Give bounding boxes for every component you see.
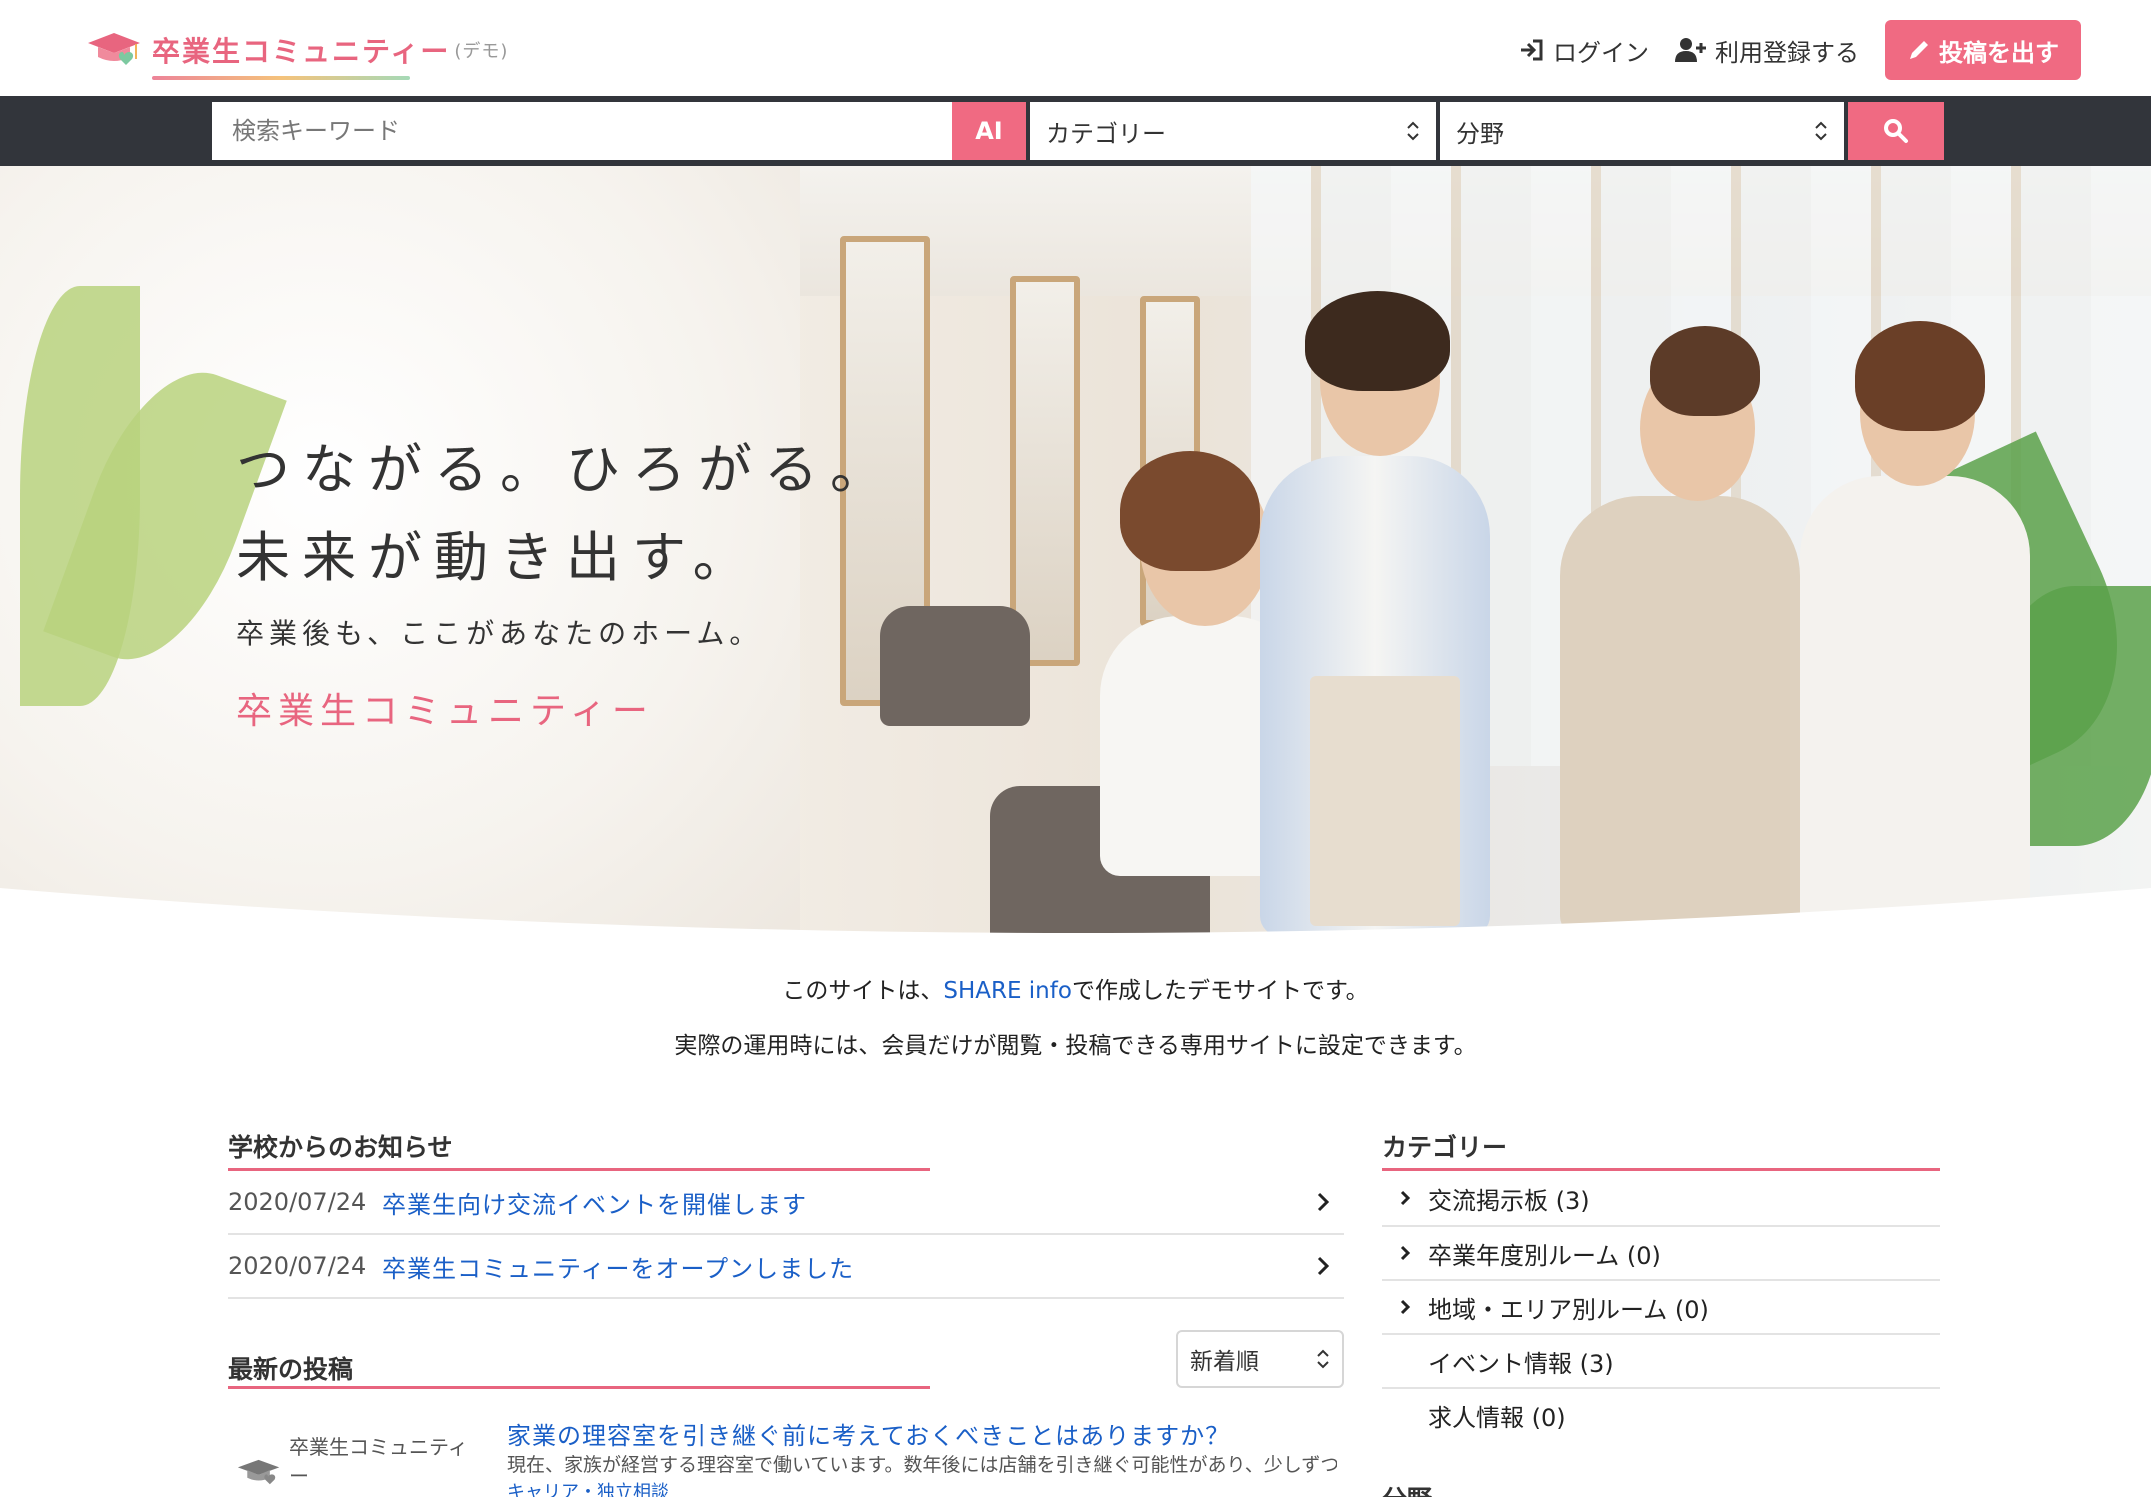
latest-posts-title: 最新の投稿	[228, 1355, 354, 1384]
category-item[interactable]: 地域・エリア別ルーム (0)	[1382, 1280, 1940, 1334]
hero-site-name: 卒業生コミュニティー	[236, 691, 654, 732]
register-link[interactable]: 利用登録する	[1675, 33, 1859, 68]
sort-select-label: 新着順	[1190, 1349, 1259, 1375]
category-label: 求人情報 (0)	[1428, 1403, 1566, 1432]
login-label: ログイン	[1553, 38, 1649, 67]
search-button[interactable]	[1844, 102, 1944, 160]
category-label: 地域・エリア別ルーム (0)	[1428, 1295, 1709, 1324]
login-link[interactable]: ログイン	[1519, 33, 1649, 68]
chevron-right-icon	[1317, 1256, 1330, 1276]
news-date: 2020/07/24	[228, 1252, 367, 1280]
salon-chair	[880, 606, 1030, 726]
category-select-label: カテゴリー	[1046, 119, 1166, 148]
search-bar: AI カテゴリー 分野	[0, 96, 2151, 166]
hero-tagline-1: つながる。ひろがる。	[236, 438, 896, 501]
user-plus-icon	[1675, 38, 1706, 62]
latest-posts-rule	[228, 1386, 930, 1389]
up-down-chevron-icon	[1815, 121, 1827, 141]
hero-tagline-2: 未来が動き出す。	[236, 526, 759, 589]
person-hair	[1855, 321, 1985, 431]
demo-notice: このサイトは、SHARE infoで作成したデモサイトです。 実際の運用時には、…	[0, 964, 2151, 1074]
notice-line-2: 実際の運用時には、会員だけが閲覧・投稿できる専用サイトに設定できます。	[674, 1033, 1477, 1059]
category-select[interactable]: カテゴリー	[1026, 102, 1436, 160]
keyword-input[interactable]	[212, 102, 952, 160]
logo-text: 卒業生コミュニティー	[152, 30, 450, 80]
salon-mirror	[1010, 276, 1080, 666]
ai-search-button[interactable]: AI	[952, 102, 1026, 160]
chevron-right-icon	[1317, 1192, 1330, 1212]
category-label: イベント情報 (3)	[1428, 1349, 1614, 1378]
logo-demo-label: (デモ)	[454, 41, 509, 62]
news-date: 2020/07/24	[228, 1188, 367, 1216]
register-label: 利用登録する	[1715, 38, 1859, 67]
post-thumbnail[interactable]: 卒業生コミュニティー	[236, 1418, 476, 1497]
school-news-title: 学校からのお知らせ	[228, 1133, 453, 1162]
post-button-label: 投稿を出す	[1939, 38, 2059, 67]
sort-select[interactable]: 新着順	[1176, 1330, 1344, 1388]
notice-suffix: で作成したデモサイトです。	[1071, 978, 1369, 1004]
hero-copy: つながる。ひろがる。 未来が動き出す。 卒業後も、ここがあなたのホーム。 卒業生…	[236, 426, 896, 734]
field-select-label: 分野	[1456, 119, 1504, 148]
person-hair	[1305, 291, 1450, 391]
search-form: AI カテゴリー 分野	[212, 102, 1944, 160]
notice-prefix: このサイトは、	[782, 978, 944, 1004]
site-header: 卒業生コミュニティー (デモ) ログイン 利用登録する 投稿を出す	[0, 0, 2151, 96]
notice-line-1: このサイトは、SHARE infoで作成したデモサイトです。	[0, 964, 2151, 1019]
news-item[interactable]: 2020/07/24 卒業生向け交流イベントを開催します	[228, 1171, 1330, 1233]
post-excerpt: 現在、家族が経営する理容室で働いています。数年後には店舗を引き継ぐ可能性があり、…	[507, 1454, 1337, 1476]
up-down-chevron-icon	[1407, 121, 1419, 141]
hero-banner: つながる。ひろがる。 未来が動き出す。 卒業後も、ここがあなたのホーム。 卒業生…	[0, 166, 2151, 948]
field-section-title: 分野	[1382, 1480, 1432, 1497]
category-item[interactable]: 交流掲示板 (3)	[1382, 1171, 1940, 1225]
category-item[interactable]: 求人情報 (0)	[1382, 1388, 1940, 1442]
search-icon	[1884, 119, 1908, 143]
post-title-link[interactable]: 家業の理容室を引き継ぐ前に考えておくべきことはありますか？	[507, 1416, 1230, 1451]
header-nav: ログイン 利用登録する 投稿を出す	[1519, 20, 2081, 80]
category-item[interactable]: 卒業年度別ルーム (0)	[1382, 1226, 1940, 1280]
hero-subtitle: 卒業後も、ここがあなたのホーム。	[236, 617, 763, 650]
row-divider	[228, 1297, 1344, 1299]
sign-in-icon	[1521, 39, 1543, 61]
person-hair	[1650, 326, 1760, 416]
news-item[interactable]: 2020/07/24 卒業生コミュニティーをオープンしました	[228, 1235, 1330, 1297]
categories-title: カテゴリー	[1382, 1133, 1508, 1162]
up-down-chevron-icon	[1317, 1349, 1329, 1369]
pencil-icon	[1910, 41, 1928, 59]
graduation-cap-icon	[237, 1459, 280, 1485]
news-title: 卒業生コミュニティーをオープンしました	[382, 1254, 855, 1283]
person-hair	[1120, 451, 1260, 571]
post-category-link[interactable]: キャリア・独立相談	[507, 1478, 669, 1497]
chevron-right-icon	[1382, 1298, 1428, 1316]
post-button[interactable]: 投稿を出す	[1885, 20, 2081, 80]
chevron-right-icon	[1382, 1244, 1428, 1262]
site-logo[interactable]: 卒業生コミュニティー (デモ)	[84, 26, 509, 80]
field-select[interactable]: 分野	[1436, 102, 1844, 160]
graduation-cap-heart-icon	[88, 33, 140, 65]
category-item[interactable]: イベント情報 (3)	[1382, 1334, 1940, 1388]
category-label: 交流掲示板 (3)	[1428, 1186, 1590, 1215]
chevron-right-icon	[1382, 1189, 1428, 1207]
category-label: 卒業年度別ルーム (0)	[1428, 1241, 1661, 1270]
hero-wave	[0, 888, 2151, 948]
post-thumbnail-text: 卒業生コミュニティー	[289, 1435, 468, 1488]
share-info-link[interactable]: SHARE info	[943, 978, 1072, 1004]
news-title: 卒業生向け交流イベントを開催します	[382, 1190, 807, 1219]
